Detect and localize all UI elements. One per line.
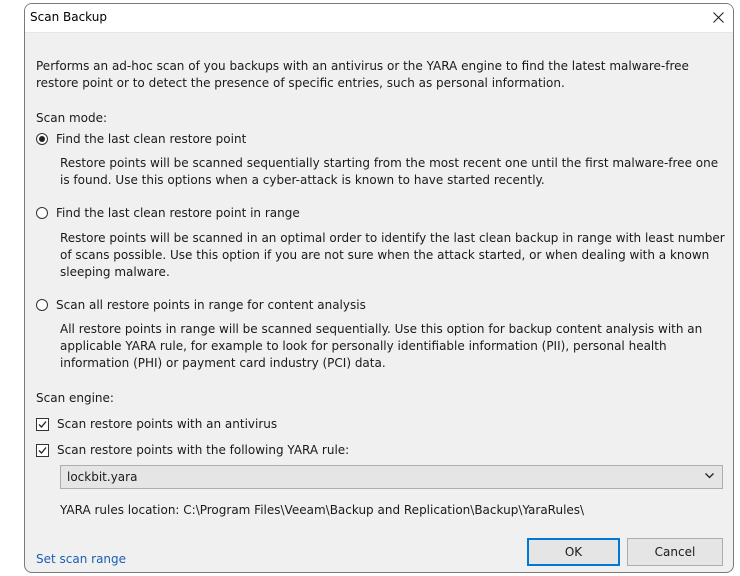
yara-checkbox-row[interactable]: Scan restore points with the following Y…	[36, 441, 349, 459]
close-icon	[712, 12, 724, 23]
scan-mode-label: Scan mode:	[36, 111, 108, 125]
radio-button[interactable]	[36, 299, 48, 311]
dialog-description: Performs an ad-hoc scan of you backups w…	[36, 59, 689, 90]
antivirus-checkbox[interactable]	[36, 417, 49, 431]
yara-rule-value: lockbit.yara	[67, 470, 138, 484]
option-description: Restore points will be scanned in an opt…	[60, 231, 725, 279]
radio-label: Find the last clean restore point	[56, 132, 247, 146]
radio-label: Scan all restore points in range for con…	[56, 298, 366, 312]
yara-label: Scan restore points with the following Y…	[57, 443, 350, 457]
radio-last-clean[interactable]: Find the last clean restore point	[36, 130, 246, 148]
title-bar: Scan Backup	[25, 4, 733, 33]
chevron-down-icon	[705, 473, 714, 479]
antivirus-checkbox-row[interactable]: Scan restore points with an antivirus	[36, 415, 277, 433]
option-description: All restore points in range will be scan…	[60, 322, 703, 370]
checkmark-icon	[38, 420, 47, 428]
scan-engine-label: Scan engine:	[36, 391, 114, 405]
close-button[interactable]	[703, 4, 733, 31]
set-scan-range-link[interactable]: Set scan range	[36, 552, 126, 566]
scan-backup-dialog: Scan Backup Performs an ad-hoc scan of y…	[24, 3, 734, 573]
option-description: Restore points will be scanned sequentia…	[60, 156, 719, 187]
dialog-content: Performs an ad-hoc scan of you backups w…	[25, 33, 733, 572]
radio-scan-all-in-range[interactable]: Scan all restore points in range for con…	[36, 296, 366, 314]
yara-location-text: YARA rules location: C:\Program Files\Ve…	[60, 503, 585, 517]
antivirus-label: Scan restore points with an antivirus	[57, 417, 278, 431]
radio-button[interactable]	[36, 207, 48, 219]
radio-button[interactable]	[36, 133, 48, 145]
dialog-title: Scan Backup	[30, 10, 107, 24]
yara-rule-select[interactable]: lockbit.yara	[60, 465, 723, 489]
checkmark-icon	[38, 446, 47, 454]
radio-label: Find the last clean restore point in ran…	[56, 206, 300, 220]
radio-last-clean-in-range[interactable]: Find the last clean restore point in ran…	[36, 204, 300, 222]
cancel-button[interactable]: Cancel	[627, 538, 723, 566]
yara-checkbox[interactable]	[36, 443, 49, 457]
ok-button[interactable]: OK	[527, 538, 620, 566]
